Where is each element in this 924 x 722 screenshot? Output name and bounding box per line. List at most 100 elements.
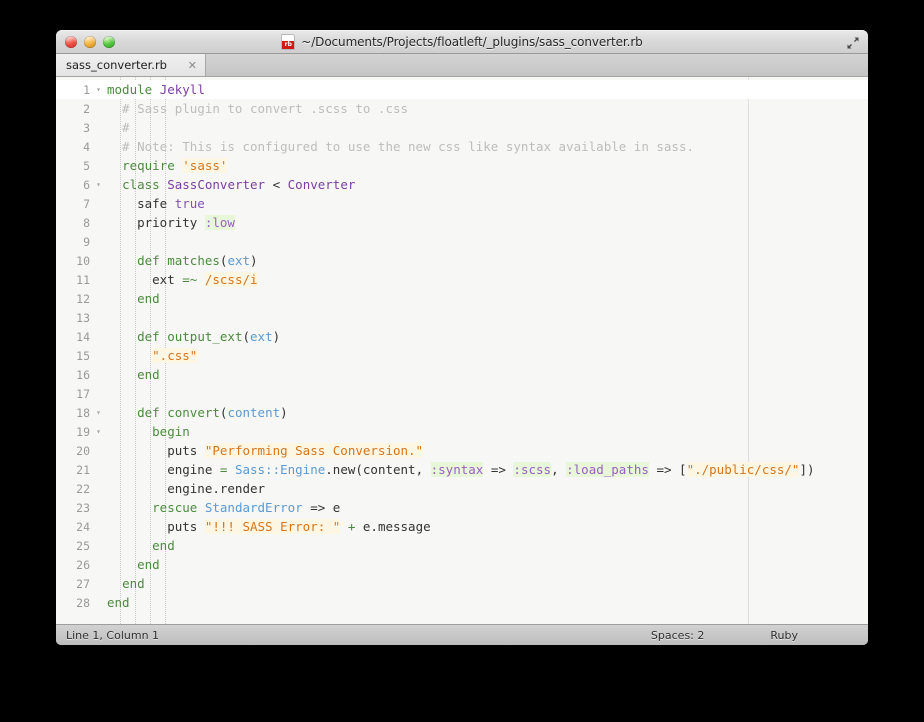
token: end (137, 367, 160, 382)
code-line[interactable]: 9 (56, 232, 868, 251)
code-line[interactable]: 22 engine.render (56, 479, 868, 498)
token: => [ (648, 462, 687, 477)
line-number: 25 (76, 538, 90, 553)
title-center-group: ~/Documents/Projects/floatleft/_plugins/… (56, 34, 868, 50)
code-editor[interactable]: 1 ▾ module Jekyll 2 # Sass plugin to conver… (56, 77, 868, 624)
token: StandardError (204, 500, 303, 515)
code-lines[interactable]: 1 ▾ module Jekyll 2 # Sass plugin to conver… (56, 77, 868, 624)
tab-label: sass_converter.rb (66, 58, 167, 72)
close-icon[interactable]: ✕ (188, 60, 197, 71)
line-number: 7 (83, 196, 90, 211)
code-text: puts "!!! SASS Error: " + e.message (105, 519, 868, 534)
code-line[interactable]: 25 end (56, 536, 868, 555)
code-line[interactable]: 12 end (56, 289, 868, 308)
code-line[interactable]: 28 end (56, 593, 868, 612)
line-number: 21 (76, 462, 90, 477)
line-number: 14 (76, 329, 90, 344)
code-text: rescue StandardError => e (105, 500, 868, 515)
code-line[interactable]: 18 ▾ def convert(content) (56, 403, 868, 422)
code-line[interactable]: 3 # (56, 118, 868, 137)
close-button[interactable] (65, 36, 77, 48)
token: # Sass plugin to convert .scss to .css (107, 101, 409, 116)
token: ".css" (152, 348, 198, 363)
line-number: 28 (76, 595, 90, 610)
token: priority (107, 215, 205, 230)
code-line[interactable]: 5 require 'sass' (56, 156, 868, 175)
line-number: 11 (76, 272, 90, 287)
code-line[interactable]: 24 puts "!!! SASS Error: " + e.message (56, 517, 868, 536)
token: => e (302, 500, 341, 515)
token: matches (167, 253, 220, 268)
code-line[interactable]: 6 ▾ class SassConverter < Converter (56, 175, 868, 194)
token: "./public/css/" (686, 462, 800, 477)
line-number: 23 (76, 500, 90, 515)
token: , (551, 462, 567, 477)
code-line[interactable]: 8 priority :low (56, 213, 868, 232)
token: end (137, 557, 160, 572)
fold-arrow-icon[interactable]: ▾ (92, 175, 105, 194)
code-line[interactable]: 27 end (56, 574, 868, 593)
line-number: 2 (83, 101, 90, 116)
line-number: 27 (76, 576, 90, 591)
tab-sass-converter[interactable]: sass_converter.rb ✕ (56, 54, 206, 76)
code-text: end (105, 576, 868, 591)
maximize-button[interactable] (103, 36, 115, 48)
code-text: end (105, 538, 868, 553)
code-line[interactable]: 2 # Sass plugin to convert .scss to .css (56, 99, 868, 118)
token: begin (152, 424, 190, 439)
code-line[interactable]: 10 def matches(ext) (56, 251, 868, 270)
token: ]) (799, 462, 815, 477)
code-line[interactable]: 7 safe true (56, 194, 868, 213)
window-controls (65, 36, 115, 48)
fold-arrow-icon[interactable]: ▾ (92, 80, 105, 99)
fold-arrow-icon[interactable]: ▾ (92, 422, 105, 441)
code-line[interactable]: 26 end (56, 555, 868, 574)
code-line[interactable]: 21 engine = Sass::Engine.new(content, :s… (56, 460, 868, 479)
line-number: 22 (76, 481, 90, 496)
token: end (122, 576, 145, 591)
code-line[interactable]: 14 def output_ext(ext) (56, 327, 868, 346)
status-bar: Line 1, Column 1 Spaces: 2 Ruby (56, 624, 868, 645)
code-text: priority :low (105, 215, 868, 230)
code-line[interactable]: 15 ".css" (56, 346, 868, 365)
code-line[interactable]: 4 # Note: This is configured to use the … (56, 137, 868, 156)
indentation-setting[interactable]: Spaces: 2 (651, 629, 704, 642)
status-right-group: Spaces: 2 Ruby (651, 629, 864, 642)
code-line[interactable]: 16 end (56, 365, 868, 384)
fold-arrow-icon[interactable]: ▾ (92, 403, 105, 422)
code-text: end (105, 291, 868, 306)
fullscreen-arrows-icon[interactable] (845, 35, 861, 51)
line-number: 19 (76, 424, 90, 439)
line-number: 20 (76, 443, 90, 458)
code-line[interactable]: 23 rescue StandardError => e (56, 498, 868, 517)
syntax-mode[interactable]: Ruby (770, 629, 798, 642)
line-number: 15 (76, 348, 90, 363)
line-number: 5 (83, 158, 90, 173)
code-line[interactable]: 11 ext =~ /scss/i (56, 270, 868, 289)
minimize-button[interactable] (84, 36, 96, 48)
code-text: end (105, 557, 868, 572)
code-line[interactable]: 17 (56, 384, 868, 403)
code-line[interactable]: 19 ▾ begin (56, 422, 868, 441)
code-text: def output_ext(ext) (105, 329, 868, 344)
code-line[interactable]: 13 (56, 308, 868, 327)
token: end (137, 291, 160, 306)
token: end (152, 538, 175, 553)
line-number: 26 (76, 557, 90, 572)
token: Converter (287, 177, 356, 192)
line-number: 10 (76, 253, 90, 268)
token: puts (107, 443, 205, 458)
code-text: safe true (105, 196, 868, 211)
tab-bar-filler (206, 54, 868, 76)
code-line[interactable]: 1 ▾ module Jekyll (56, 80, 868, 99)
code-text: # (105, 120, 868, 135)
token: end (107, 595, 130, 610)
token: 'sass' (182, 158, 228, 173)
token: :load_paths (566, 462, 649, 477)
code-line[interactable]: 20 puts "Performing Sass Conversion." (56, 441, 868, 460)
ruby-file-icon (281, 34, 296, 50)
